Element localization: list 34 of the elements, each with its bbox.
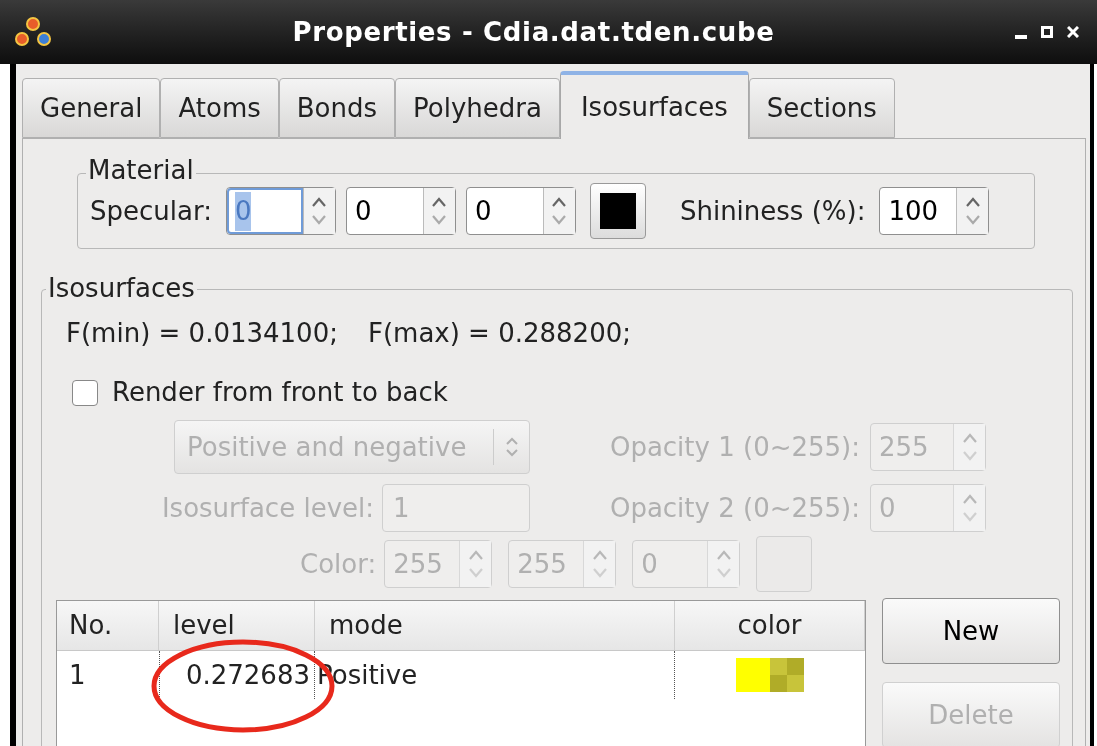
table-cell: 0.272683 [159, 651, 315, 699]
shininess-label: Shininess (%): [679, 194, 866, 228]
color-button[interactable] [756, 536, 813, 592]
close-icon[interactable] [1067, 26, 1079, 38]
action-button[interactable]: New [882, 598, 1060, 664]
table-cell-text: 1 [68, 658, 87, 692]
tab[interactable]: Atoms [160, 78, 279, 138]
checkbox-label: Render from front to back [112, 376, 448, 409]
column-header[interactable]: mode [315, 601, 675, 650]
column-header[interactable]: color [675, 601, 865, 650]
column-header[interactable]: No. [57, 601, 159, 650]
color-button[interactable] [589, 183, 646, 239]
isosurface-level-label: Isosurface level: [161, 491, 374, 525]
tab[interactable]: General [22, 78, 161, 138]
spin-box[interactable]: 0 [465, 187, 576, 235]
maximize-icon[interactable] [1041, 26, 1053, 38]
opacity-2-label: Opacity 2 (0~255): [609, 491, 860, 525]
function-range-text: F(max) = 0.288200; [367, 317, 631, 350]
color-swatch [599, 193, 636, 229]
color-label: Color: [300, 547, 377, 581]
tab[interactable]: Sections [748, 78, 895, 138]
tab[interactable]: Isosurfaces [559, 71, 749, 139]
spin-box[interactable]: 0 [345, 187, 456, 235]
window-title: Properties - Cdia.dat.tden.cube [291, 15, 776, 49]
tab[interactable]: Bonds [278, 78, 396, 138]
dropdown-arrows-icon [504, 436, 519, 458]
checkbox[interactable] [72, 379, 98, 406]
app-logo-icon [14, 15, 52, 49]
tab[interactable]: Polyhedra [395, 78, 560, 138]
spin-box[interactable]: 100 [879, 187, 990, 235]
function-range-text: F(min) = 0.0134100; [66, 317, 338, 350]
opacity-1-label: Opacity 1 (0~255): [609, 430, 860, 464]
column-header[interactable]: level [159, 601, 315, 650]
specular-label: Specular: [90, 194, 212, 228]
